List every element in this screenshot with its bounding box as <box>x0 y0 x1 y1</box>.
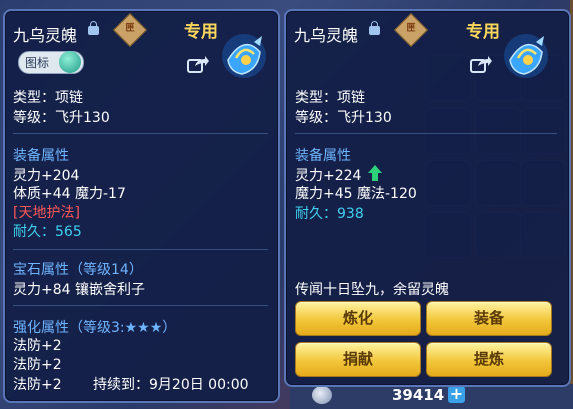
share-icon[interactable] <box>187 55 209 73</box>
enhance-attr-header: 强化属性（等级3:★★★） <box>13 320 177 336</box>
necklace-item-icon <box>222 34 266 78</box>
item-name: 九乌灵魄 <box>13 26 78 45</box>
gem-line: 灵力+84 镶嵌舍利子 <box>13 282 145 298</box>
enhance-line: 法防+2 <box>13 357 62 373</box>
refine-button[interactable]: 炼化 <box>295 301 421 336</box>
toggle-knob <box>59 51 81 73</box>
item-description: 传闻十日坠九，余留灵魄 <box>295 282 449 298</box>
divider <box>13 133 268 134</box>
gem-attr-header: 宝石属性（等级14） <box>13 262 143 278</box>
level-line: 等级：飞升130 <box>295 110 392 126</box>
level-line: 等级：飞升130 <box>13 110 110 126</box>
type-line: 类型：项链 <box>295 90 365 106</box>
divider <box>295 133 557 134</box>
item-name: 九乌灵魄 <box>294 26 359 45</box>
divider <box>13 249 268 250</box>
durability-line: 耐久：938 <box>295 206 364 222</box>
equipped-item-tooltip: 九乌灵魄 匣 专用 图标 类型：项链 等级：飞升130 装备属性 灵力+204 … <box>3 9 280 403</box>
icon-toggle-label: 图标 <box>25 56 50 70</box>
equip-attr-header: 装备属性 <box>295 148 351 164</box>
seal-icon: 匣 <box>113 13 147 47</box>
attr-line: 灵力+204 <box>13 168 80 184</box>
durability-line: 耐久：565 <box>13 224 82 240</box>
gold-amount: 39414 <box>392 386 445 404</box>
icon-toggle[interactable]: 图标 <box>18 51 84 74</box>
attr-line: 魔力+45 魔法-120 <box>295 186 417 202</box>
share-icon[interactable] <box>470 55 492 73</box>
seal-icon: 匣 <box>394 13 428 47</box>
equip-attr-header: 装备属性 <box>13 148 69 164</box>
divider <box>13 305 268 306</box>
add-currency-button[interactable]: + <box>448 386 465 403</box>
enhance-line: 法防+2 <box>13 377 62 393</box>
attr-line: 体质+44 魔力-17 <box>13 186 126 202</box>
exclusive-badge: 专用 <box>184 22 218 42</box>
enhance-line: 法防+2 <box>13 338 62 354</box>
stat-up-arrow-icon <box>368 165 382 181</box>
equip-button[interactable]: 装备 <box>426 301 552 336</box>
inventory-item-tooltip: 九乌灵魄 匣 专用 类型：项链 等级：飞升130 装备属性 灵力+224 魔力+… <box>284 9 571 387</box>
silver-coin-icon <box>312 386 332 404</box>
lock-icon <box>369 21 380 35</box>
extract-button[interactable]: 提炼 <box>426 342 552 377</box>
donate-button[interactable]: 捐献 <box>295 342 421 377</box>
duration-text: 持续到：9月20日 00:00 <box>93 377 249 393</box>
special-skill: [天地护法] <box>13 205 80 221</box>
type-line: 类型：项链 <box>13 90 83 106</box>
necklace-item-icon <box>504 34 548 78</box>
attr-line: 灵力+224 <box>295 168 362 184</box>
exclusive-badge: 专用 <box>466 22 500 42</box>
lock-icon <box>88 21 99 35</box>
